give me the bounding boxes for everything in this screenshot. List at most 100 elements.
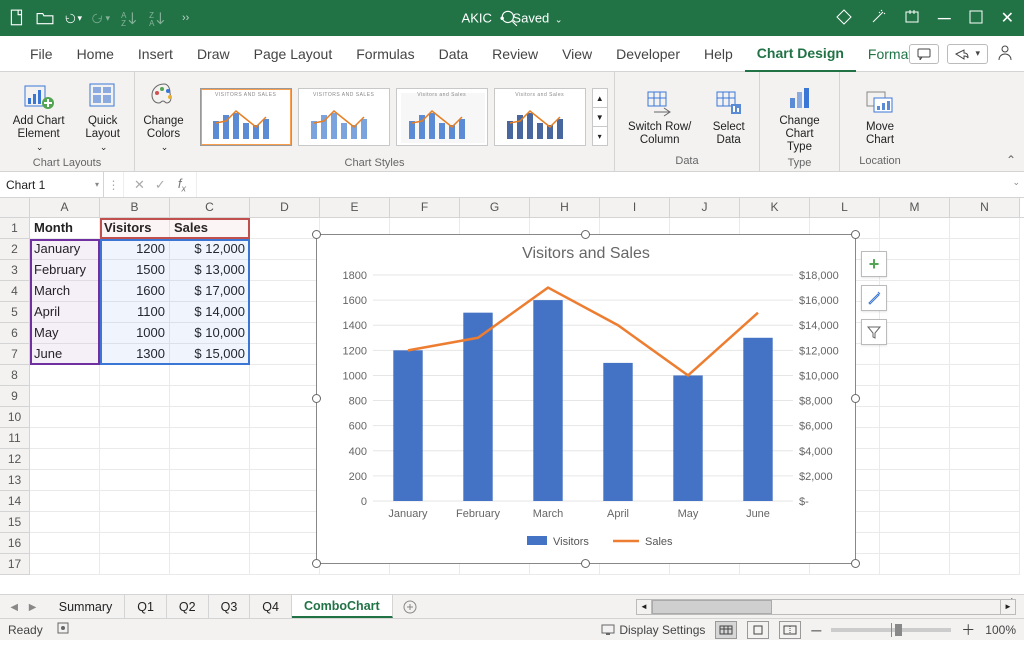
chart-styles-icon[interactable] [861, 285, 887, 311]
cell[interactable] [30, 533, 100, 554]
row-header[interactable]: 11 [0, 428, 30, 449]
cell[interactable] [880, 260, 950, 281]
cell[interactable] [880, 449, 950, 470]
cell[interactable] [250, 533, 320, 554]
cell[interactable] [250, 449, 320, 470]
cell[interactable] [950, 512, 1020, 533]
row-header[interactable]: 1 [0, 218, 30, 239]
switch-row-column-button[interactable]: Switch Row/ Column [621, 84, 698, 149]
scroll-left-icon[interactable]: ◄ [636, 599, 652, 615]
column-header[interactable]: K [740, 198, 810, 217]
cell[interactable] [30, 365, 100, 386]
comments-button[interactable] [909, 44, 939, 64]
view-page-break-icon[interactable] [779, 621, 801, 639]
zoom-in-icon[interactable]: ＋ [961, 620, 975, 640]
column-header[interactable]: J [670, 198, 740, 217]
cell[interactable] [30, 512, 100, 533]
cell[interactable]: 1000 [100, 323, 170, 344]
ribbon-tab-formulas[interactable]: Formulas [344, 36, 426, 72]
cell[interactable] [250, 428, 320, 449]
new-sheet-button[interactable] [393, 595, 427, 618]
cell[interactable] [950, 428, 1020, 449]
cell[interactable]: 1200 [100, 239, 170, 260]
ribbon-tab-review[interactable]: Review [480, 36, 550, 72]
cell[interactable] [880, 407, 950, 428]
column-header[interactable]: I [600, 198, 670, 217]
cell[interactable]: February [30, 260, 100, 281]
chart-style-thumb[interactable]: Visitors and Sales [396, 88, 488, 146]
cell[interactable] [170, 491, 250, 512]
cell[interactable] [880, 281, 950, 302]
gallery-scroll[interactable]: ▲ ▼ ▾ [592, 88, 608, 146]
cell[interactable]: January [30, 239, 100, 260]
change-colors-button[interactable]: Change Colors ⌄ [137, 78, 189, 157]
view-normal-icon[interactable] [715, 621, 737, 639]
column-header[interactable]: D [250, 198, 320, 217]
chart-style-thumb[interactable]: VISITORS AND SALES [298, 88, 390, 146]
ribbon-tab-draw[interactable]: Draw [185, 36, 242, 72]
zoom-slider[interactable] [831, 628, 951, 632]
open-file-icon[interactable] [36, 9, 54, 27]
account-icon[interactable] [996, 43, 1014, 64]
cell[interactable] [250, 491, 320, 512]
cell[interactable] [170, 407, 250, 428]
cell[interactable]: 1300 [100, 344, 170, 365]
column-header[interactable]: A [30, 198, 100, 217]
cell[interactable] [170, 470, 250, 491]
chart-title[interactable]: Visitors and Sales [317, 235, 855, 267]
cell[interactable] [250, 554, 320, 575]
row-header[interactable]: 17 [0, 554, 30, 575]
cell[interactable]: 1500 [100, 260, 170, 281]
change-chart-type-button[interactable]: Change Chart Type [766, 78, 833, 157]
formula-input[interactable]: ⌄ [196, 172, 1024, 197]
cell[interactable] [250, 239, 320, 260]
cell[interactable]: Month [30, 218, 100, 239]
cell[interactable] [100, 491, 170, 512]
cell[interactable] [250, 302, 320, 323]
cell[interactable] [30, 428, 100, 449]
chart-style-thumb[interactable]: Visitors and Sales [494, 88, 586, 146]
cell[interactable] [950, 344, 1020, 365]
row-header[interactable]: 3 [0, 260, 30, 281]
ribbon-tab-data[interactable]: Data [427, 36, 481, 72]
cell[interactable]: 1100 [100, 302, 170, 323]
cell[interactable] [950, 491, 1020, 512]
column-header[interactable]: L [810, 198, 880, 217]
qat-overflow-icon[interactable]: ›› [182, 12, 189, 24]
cell[interactable] [100, 386, 170, 407]
ribbon-tab-view[interactable]: View [550, 36, 604, 72]
undo-icon[interactable]: ▾ [64, 9, 82, 27]
cell[interactable] [250, 323, 320, 344]
cell[interactable] [100, 365, 170, 386]
ribbon-tab-file[interactable]: File [18, 36, 65, 72]
row-header[interactable]: 7 [0, 344, 30, 365]
row-header[interactable]: 15 [0, 512, 30, 533]
cell[interactable] [880, 470, 950, 491]
cell[interactable] [950, 323, 1020, 344]
share-button[interactable]: ▾ [947, 44, 988, 64]
cell[interactable] [100, 449, 170, 470]
cell[interactable] [250, 260, 320, 281]
ribbon-tab-chart-design[interactable]: Chart Design [745, 36, 856, 72]
sheet-tab[interactable]: ComboChart [292, 595, 393, 618]
collapse-ribbon-icon[interactable]: ⌃ [1006, 153, 1016, 167]
cell[interactable] [30, 449, 100, 470]
save-state[interactable]: Saved ⌄ [512, 11, 562, 26]
sheet-nav-next-icon[interactable]: ► [26, 600, 38, 614]
cell[interactable]: $ 12,000 [170, 239, 250, 260]
row-header[interactable]: 5 [0, 302, 30, 323]
sort-desc-icon[interactable]: ZA [148, 9, 166, 27]
cell[interactable] [950, 554, 1020, 575]
row-header[interactable]: 9 [0, 386, 30, 407]
cell[interactable] [950, 281, 1020, 302]
column-header[interactable]: C [170, 198, 250, 217]
maximize-icon[interactable] [969, 10, 983, 27]
wand-icon[interactable] [870, 9, 886, 28]
chart-object[interactable]: + Visitors and Sales 0200400600800100012… [316, 234, 856, 564]
cell[interactable] [880, 491, 950, 512]
namebox-expand-icon[interactable]: ⋮ [104, 172, 124, 197]
search-icon[interactable] [500, 9, 518, 27]
add-chart-element-button[interactable]: Add Chart Element ⌄ [6, 78, 71, 157]
cell[interactable] [100, 470, 170, 491]
row-header[interactable]: 14 [0, 491, 30, 512]
